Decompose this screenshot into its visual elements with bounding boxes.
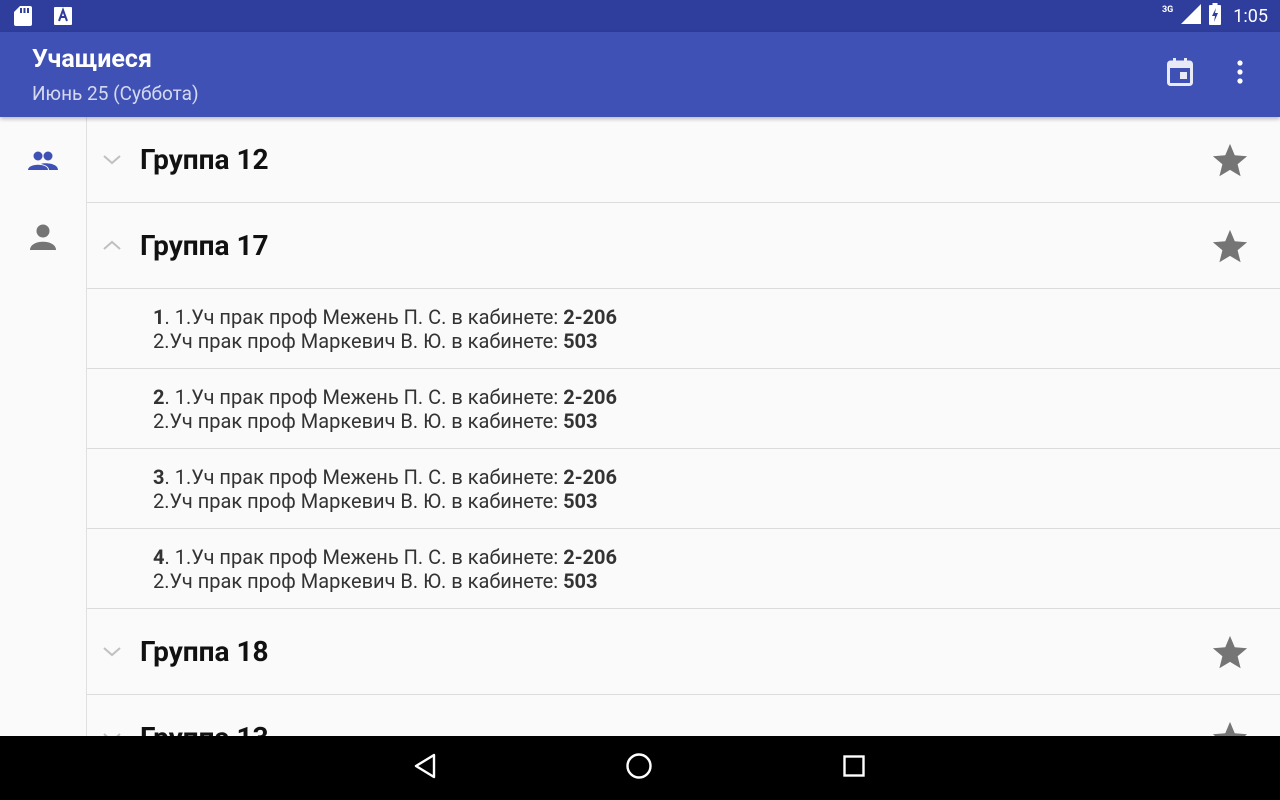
chevron-down-icon [101,641,123,663]
system-nav-bar [0,736,1280,800]
recents-icon [842,754,866,782]
status-bar: 3G 1:05 [0,0,1280,32]
group-list: Группа 12 Группа 17 1. 1.Уч прак проф Ме… [87,117,1280,736]
app-bar: Учащиеся Июнь 25 (Суббота) [0,32,1280,117]
list-item[interactable]: 3. 1.Уч прак проф Межень П. С. в кабинет… [87,449,1280,529]
group-title: Группа 12 [140,143,269,176]
star-icon[interactable] [1211,633,1249,671]
group-header[interactable]: Группа 13 [87,695,1280,736]
list-item[interactable]: 2. 1.Уч прак проф Межень П. С. в кабинет… [87,369,1280,449]
chevron-down-icon [101,727,123,736]
group-title: Группа 18 [140,635,269,668]
group-header[interactable]: Группа 17 [87,203,1280,289]
calendar-button[interactable] [1160,54,1200,94]
list-item[interactable]: 1. 1.Уч прак проф Межень П. С. в кабинет… [87,289,1280,369]
signal-icon [1181,4,1202,28]
back-icon [413,753,437,783]
group-header[interactable]: Группа 18 [87,609,1280,695]
status-time: 1:05 [1233,5,1268,27]
list-item[interactable]: 4. 1.Уч прак проф Межень П. С. в кабинет… [87,529,1280,609]
chevron-down-icon [101,149,123,171]
home-icon [625,752,653,784]
side-nav [0,117,87,736]
lesson-text: 2. 1.Уч прак проф Межень П. С. в кабинет… [153,385,617,433]
lesson-text: 1. 1.Уч прак проф Межень П. С. в кабинет… [153,305,617,353]
page-subtitle: Июнь 25 (Суббота) [32,82,199,105]
person-icon [30,224,56,254]
chevron-up-icon [101,235,123,257]
group-header[interactable]: Группа 12 [87,117,1280,203]
star-icon[interactable] [1211,227,1249,265]
side-nav-person[interactable] [0,209,86,269]
network-type: 3G [1161,5,1174,15]
page-title: Учащиеся [32,45,152,74]
lesson-text: 4. 1.Уч прак проф Межень П. С. в кабинет… [153,545,617,593]
home-button[interactable] [619,748,659,788]
group-title: Группа 13 [140,721,269,736]
more-options-button[interactable] [1220,54,1260,94]
calendar-icon [1167,58,1193,90]
lesson-text: 3. 1.Уч прак проф Межень П. С. в кабинет… [153,465,617,513]
app-notification-icon [54,7,72,29]
sd-card-icon [14,6,32,30]
group-icon [28,151,58,175]
side-nav-groups[interactable] [0,133,86,193]
group-title: Группа 17 [140,229,269,262]
star-icon[interactable] [1211,719,1249,736]
back-button[interactable] [405,748,445,788]
more-vert-icon [1237,60,1243,88]
battery-charging-icon [1209,3,1222,29]
star-icon[interactable] [1211,141,1249,179]
recents-button[interactable] [834,748,874,788]
